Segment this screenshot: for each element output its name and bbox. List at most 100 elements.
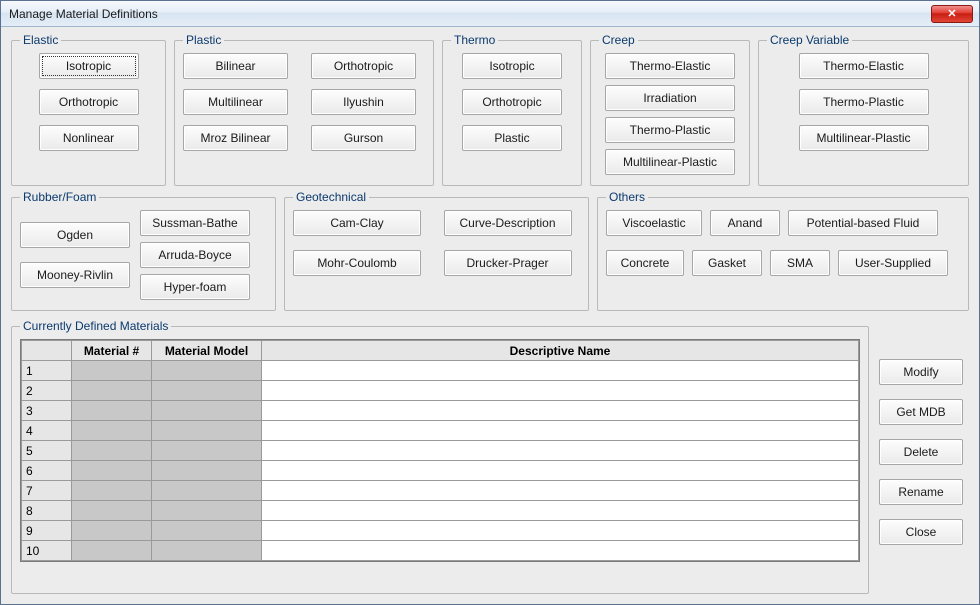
table-row[interactable]: 7 [22,481,859,501]
geo-curve-description-button[interactable]: Curve-Description [444,210,572,236]
cell-material-model[interactable] [152,481,262,501]
others-sma-button[interactable]: SMA [770,250,830,276]
table-corner [22,341,72,361]
table-row[interactable]: 1 [22,361,859,381]
others-potential-based-fluid-button[interactable]: Potential-based Fluid [788,210,938,236]
plastic-gurson-button[interactable]: Gurson [311,125,416,151]
group-thermo-legend: Thermo [451,33,498,47]
rubber-arruda-boyce-button[interactable]: Arruda-Boyce [140,242,250,268]
th-material-model[interactable]: Material Model [152,341,262,361]
rubber-mooney-rivlin-button[interactable]: Mooney-Rivlin [20,262,130,288]
cell-descriptive-name[interactable] [262,461,859,481]
cell-material-model[interactable] [152,421,262,441]
group-rubber-foam-legend: Rubber/Foam [20,190,99,204]
geo-mohr-coulomb-button[interactable]: Mohr-Coulomb [293,250,421,276]
cell-material-number[interactable] [72,501,152,521]
rubber-ogden-button[interactable]: Ogden [20,222,130,248]
others-gasket-button[interactable]: Gasket [692,250,762,276]
cell-material-number[interactable] [72,381,152,401]
creepvar-multilinear-plastic-button[interactable]: Multilinear-Plastic [799,125,929,151]
cell-material-number[interactable] [72,401,152,421]
cell-descriptive-name[interactable] [262,441,859,461]
row-number: 1 [22,361,72,381]
rubber-hyper-foam-button[interactable]: Hyper-foam [140,274,250,300]
rename-button[interactable]: Rename [879,479,963,505]
thermo-orthotropic-button[interactable]: Orthotropic [462,89,562,115]
plastic-orthotropic-button[interactable]: Orthotropic [311,53,416,79]
thermo-isotropic-button[interactable]: Isotropic [462,53,562,79]
table-row[interactable]: 3 [22,401,859,421]
group-defined-materials-legend: Currently Defined Materials [20,319,171,333]
cell-material-number[interactable] [72,541,152,561]
plastic-bilinear-button[interactable]: Bilinear [183,53,288,79]
cell-material-model[interactable] [152,541,262,561]
th-descriptive-name[interactable]: Descriptive Name [262,341,859,361]
close-button[interactable]: Close [879,519,963,545]
cell-descriptive-name[interactable] [262,481,859,501]
materials-table-wrap: Material # Material Model Descriptive Na… [20,339,860,562]
others-anand-button[interactable]: Anand [710,210,780,236]
table-row[interactable]: 2 [22,381,859,401]
cell-material-model[interactable] [152,361,262,381]
table-row[interactable]: 6 [22,461,859,481]
content: Elastic Isotropic Orthotropic Nonlinear … [1,27,979,604]
creep-multilinear-plastic-button[interactable]: Multilinear-Plastic [605,149,735,175]
cell-material-model[interactable] [152,441,262,461]
row-number: 5 [22,441,72,461]
group-creep-legend: Creep [599,33,638,47]
cell-material-model[interactable] [152,521,262,541]
table-row[interactable]: 8 [22,501,859,521]
group-rubber-foam: Rubber/Foam Ogden Mooney-Rivlin Sussman-… [11,190,276,311]
cell-material-model[interactable] [152,381,262,401]
creep-thermo-elastic-button[interactable]: Thermo-Elastic [605,53,735,79]
row-number: 3 [22,401,72,421]
get-mdb-button[interactable]: Get MDB [879,399,963,425]
elastic-nonlinear-button[interactable]: Nonlinear [39,125,139,151]
geo-drucker-prager-button[interactable]: Drucker-Prager [444,250,572,276]
plastic-mroz-bilinear-button[interactable]: Mroz Bilinear [183,125,288,151]
modify-button[interactable]: Modify [879,359,963,385]
cell-descriptive-name[interactable] [262,541,859,561]
others-viscoelastic-button[interactable]: Viscoelastic [606,210,702,236]
cell-descriptive-name[interactable] [262,401,859,421]
rubber-sussman-bathe-button[interactable]: Sussman-Bathe [140,210,250,236]
row-material-types-2: Rubber/Foam Ogden Mooney-Rivlin Sussman-… [11,190,969,311]
table-row[interactable]: 10 [22,541,859,561]
cell-material-number[interactable] [72,521,152,541]
creepvar-thermo-plastic-button[interactable]: Thermo-Plastic [799,89,929,115]
creep-irradiation-button[interactable]: Irradiation [605,85,735,111]
cell-descriptive-name[interactable] [262,361,859,381]
row-number: 4 [22,421,72,441]
group-defined-materials: Currently Defined Materials Material # M… [11,319,869,594]
plastic-multilinear-button[interactable]: Multilinear [183,89,288,115]
delete-button[interactable]: Delete [879,439,963,465]
table-row[interactable]: 5 [22,441,859,461]
cell-material-number[interactable] [72,361,152,381]
elastic-orthotropic-button[interactable]: Orthotropic [39,89,139,115]
creepvar-thermo-elastic-button[interactable]: Thermo-Elastic [799,53,929,79]
cell-material-model[interactable] [152,461,262,481]
others-user-supplied-button[interactable]: User-Supplied [838,250,948,276]
cell-descriptive-name[interactable] [262,421,859,441]
cell-material-number[interactable] [72,421,152,441]
cell-descriptive-name[interactable] [262,501,859,521]
geo-cam-clay-button[interactable]: Cam-Clay [293,210,421,236]
table-row[interactable]: 4 [22,421,859,441]
materials-table[interactable]: Material # Material Model Descriptive Na… [21,340,859,561]
creep-thermo-plastic-button[interactable]: Thermo-Plastic [605,117,735,143]
cell-material-model[interactable] [152,401,262,421]
plastic-ilyushin-button[interactable]: Ilyushin [311,89,416,115]
thermo-plastic-button[interactable]: Plastic [462,125,562,151]
cell-material-number[interactable] [72,461,152,481]
th-material-number[interactable]: Material # [72,341,152,361]
cell-material-number[interactable] [72,441,152,461]
cell-descriptive-name[interactable] [262,381,859,401]
others-concrete-button[interactable]: Concrete [606,250,684,276]
cell-material-number[interactable] [72,481,152,501]
cell-descriptive-name[interactable] [262,521,859,541]
window: Manage Material Definitions ✕ Elastic Is… [0,0,980,605]
cell-material-model[interactable] [152,501,262,521]
table-row[interactable]: 9 [22,521,859,541]
elastic-isotropic-button[interactable]: Isotropic [39,53,139,79]
close-icon[interactable]: ✕ [931,5,973,23]
